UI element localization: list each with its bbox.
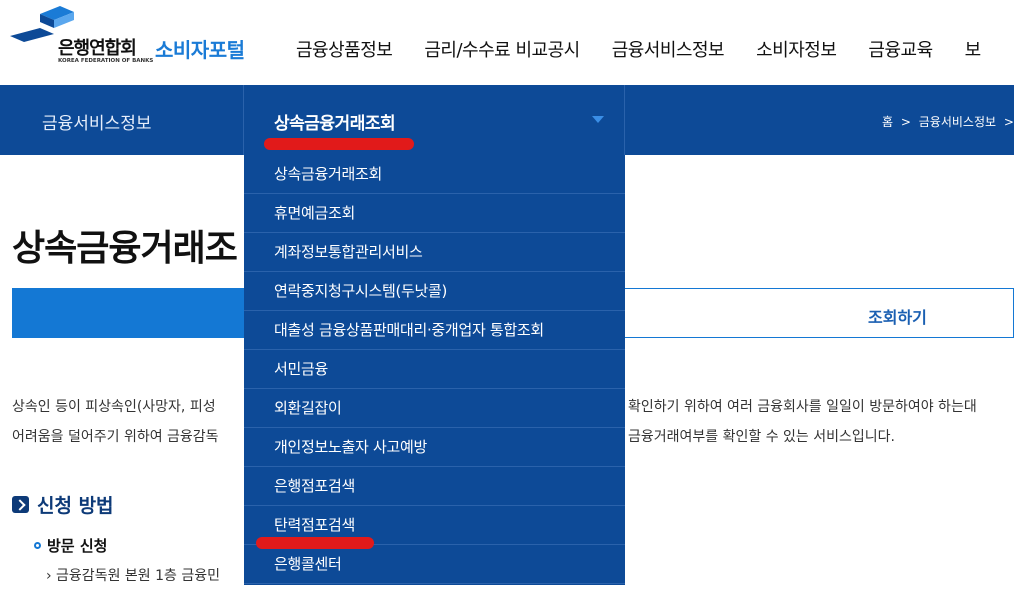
- circle-bullet-icon: [34, 542, 41, 549]
- gnb-item-education[interactable]: 금융교육: [868, 36, 933, 62]
- section-title: 신청 방법: [37, 495, 114, 517]
- divider: [243, 85, 244, 155]
- dropdown-item-inheritance[interactable]: 상속금융거래조회: [244, 155, 625, 194]
- highlight-mark: [256, 537, 374, 549]
- gnb-item-services[interactable]: 금융서비스정보: [612, 36, 725, 62]
- description-line1-right: 확인하기 위하여 여러 금융회사를 일일이 방문하여야 하는대: [628, 399, 977, 415]
- sub-navigation: 금융서비스정보 상속금융거래조회 홈 > 금융서비스정보 > 상: [0, 85, 1014, 155]
- chevron-right-icon: >: [900, 115, 911, 129]
- tab-info[interactable]: [12, 288, 244, 338]
- dropdown-item-microfinance[interactable]: 서민금융: [244, 350, 625, 389]
- breadcrumb-category[interactable]: 금융서비스정보: [919, 115, 996, 129]
- gnb-item-consumer[interactable]: 소비자정보: [756, 36, 837, 62]
- tab-inquiry-label[interactable]: 조회하기: [868, 304, 927, 328]
- section-heading: 신청 방법: [12, 491, 114, 518]
- caret-down-icon[interactable]: [592, 116, 604, 123]
- breadcrumb: 홈 > 금융서비스정보 > 상: [882, 113, 1014, 130]
- subsection-title: 방문 신청: [47, 537, 108, 555]
- chevron-box-icon: [12, 496, 29, 513]
- gnb-item-products[interactable]: 금융상품정보: [296, 36, 393, 62]
- dropdown-item-forex-guide[interactable]: 외환길잡이: [244, 389, 625, 428]
- logo-subtext: KOREA FEDERATION OF BANKS: [58, 58, 154, 64]
- subsection-item: › 금융감독원 본원 1층 금융민: [46, 568, 220, 584]
- dropdown-item-privacy-exposure[interactable]: 개인정보노출자 사고예방: [244, 428, 625, 467]
- dropdown-item-call-center[interactable]: 은행콜센터: [244, 545, 625, 584]
- gnb-item-more[interactable]: 보: [965, 36, 982, 62]
- portal-title[interactable]: 소비자포털: [155, 34, 245, 63]
- dropdown-item-loan-agent[interactable]: 대출성 금융상품판매대리·중개업자 통합조회: [244, 311, 625, 350]
- description-line2-right: 금융거래여부를 확인할 수 있는 서비스입니다.: [628, 429, 895, 445]
- divider: [624, 85, 625, 155]
- dropdown-item-branch-search[interactable]: 은행점포검색: [244, 467, 625, 506]
- dropdown-item-account-management[interactable]: 계좌정보통합관리서비스: [244, 233, 625, 272]
- gnb-item-rates[interactable]: 금리/수수료 비교공시: [424, 36, 580, 62]
- subsection-heading: 방문 신청: [34, 535, 107, 556]
- global-nav: 금융상품정보 금리/수수료 비교공시 금융서비스정보 소비자정보 금융교육 보: [296, 36, 1013, 62]
- description-line1-left: 상속인 등이 피상속인(사망자, 피성: [12, 399, 216, 415]
- subnav-current-menu[interactable]: 상속금융거래조회: [274, 109, 396, 134]
- dropdown-item-do-not-call[interactable]: 연락중지청구시스템(두낫콜): [244, 272, 625, 311]
- top-header: 은행연합회 KOREA FEDERATION OF BANKS 소비자포털 금융…: [0, 0, 1014, 85]
- logo-text: 은행연합회: [58, 38, 137, 59]
- chevron-right-icon: >: [1003, 115, 1014, 129]
- page-title: 상속금융거래조: [12, 228, 238, 269]
- dropdown-item-dormant-deposit[interactable]: 휴면예금조회: [244, 194, 625, 233]
- kfb-logo[interactable]: 은행연합회 KOREA FEDERATION OF BANKS: [10, 6, 154, 68]
- menu-dropdown: 상속금융거래조회 휴면예금조회 계좌정보통합관리서비스 연락중지청구시스템(두낫…: [244, 155, 625, 585]
- description-line2-left: 어려움을 덜어주기 위하여 금융감독: [12, 429, 219, 445]
- highlight-mark: [264, 138, 414, 150]
- subnav-category[interactable]: 금융서비스정보: [42, 109, 151, 134]
- breadcrumb-home[interactable]: 홈: [882, 115, 893, 129]
